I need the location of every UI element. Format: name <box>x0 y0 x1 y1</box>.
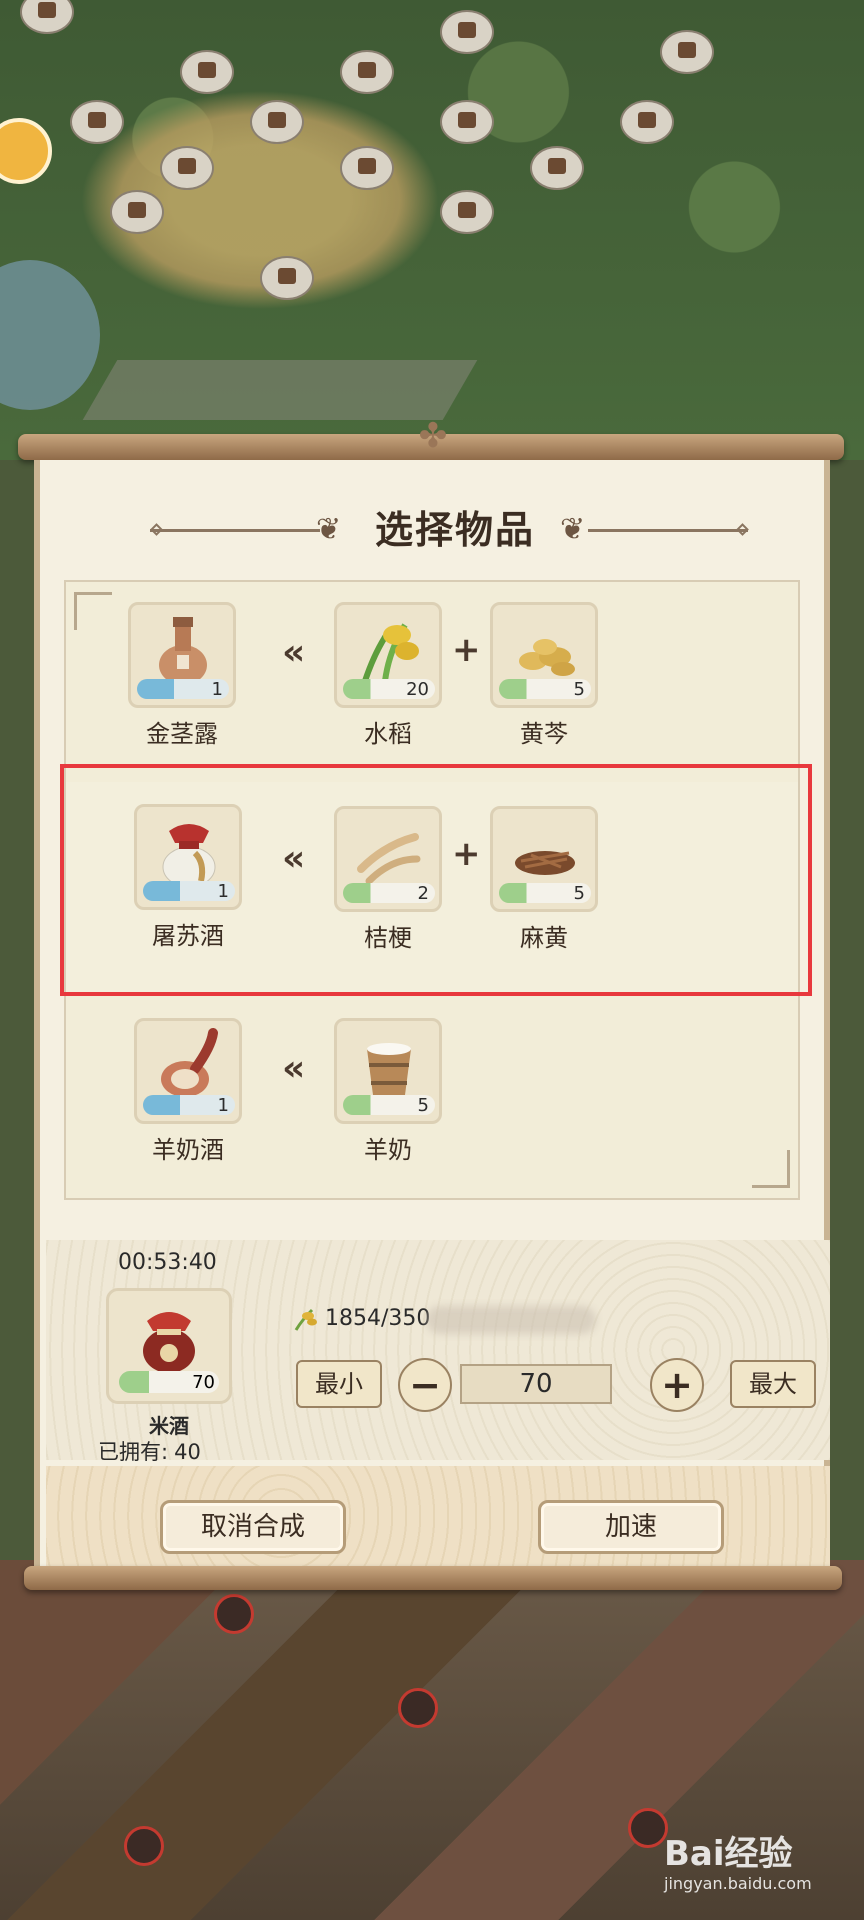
scroll-knot-icon: ✤ <box>418 416 448 456</box>
item-name: 羊奶 <box>364 1136 412 1164</box>
min-button[interactable]: 最小 <box>296 1360 382 1408</box>
quantity-input[interactable]: 70 <box>460 1364 612 1404</box>
item-name: 羊奶酒 <box>152 1136 224 1164</box>
stump-marker[interactable] <box>660 30 714 74</box>
rice-grain-icon <box>294 1308 317 1331</box>
dialog-footer: 取消合成 加速 <box>46 1466 830 1566</box>
owned-label: 已拥有: <box>98 1440 169 1464</box>
wine-need-icon[interactable] <box>398 1688 438 1728</box>
swirl-ornament-icon: ❦ <box>316 512 342 547</box>
cancel-craft-button[interactable]: 取消合成 <box>160 1500 346 1554</box>
item-card[interactable]: 1 <box>134 1018 242 1124</box>
recipe-row[interactable]: 1 羊奶酒 « 5 羊奶 <box>66 1018 798 1188</box>
item-name: 水稻 <box>364 720 412 748</box>
title-divider-right <box>588 529 748 532</box>
gourd-bottle-icon <box>159 617 207 685</box>
decrease-button[interactable]: − <box>398 1358 452 1412</box>
crafting-item-card[interactable]: 70 <box>106 1288 232 1404</box>
stump-marker[interactable] <box>340 50 394 94</box>
stump-marker[interactable] <box>440 10 494 54</box>
horn-flask-icon <box>161 1028 218 1097</box>
item-quantity: 1 <box>211 679 223 700</box>
milk-bucket-icon <box>367 1043 411 1095</box>
selection-highlight-frame <box>60 764 812 996</box>
arrow-left-icon: « <box>282 632 306 673</box>
stump-marker[interactable] <box>260 256 314 300</box>
stump-marker[interactable] <box>110 190 164 234</box>
stump-marker[interactable] <box>440 190 494 234</box>
select-item-dialog: ❦ 选择物品 ❦ 1 金茎露 « 20 水稻 + 5 黄芩 1 屠苏酒 « 2 … <box>34 460 830 1566</box>
item-name: 黄芩 <box>520 720 568 748</box>
item-card[interactable]: 5 <box>334 1018 442 1124</box>
stump-marker[interactable] <box>250 100 304 144</box>
resource-cost: 1854/350 <box>292 1306 430 1332</box>
rice-wine-jar-icon <box>143 1312 195 1373</box>
stump-marker[interactable] <box>530 146 584 190</box>
craft-timer: 00:53:40 <box>118 1250 217 1275</box>
watermark-logo: Bai经验 <box>664 1834 793 1874</box>
scroll-bottom-rod <box>24 1566 842 1590</box>
max-button[interactable]: 最大 <box>730 1360 816 1408</box>
stump-marker[interactable] <box>70 100 124 144</box>
wine-need-icon[interactable] <box>628 1808 668 1848</box>
stump-marker[interactable] <box>180 50 234 94</box>
item-card[interactable]: 20 <box>334 602 442 708</box>
item-name: 金茎露 <box>146 720 218 748</box>
item-card[interactable]: 1 <box>128 602 236 708</box>
blurred-region <box>426 1306 596 1334</box>
speed-up-button[interactable]: 加速 <box>538 1500 724 1554</box>
wine-need-icon[interactable] <box>124 1826 164 1866</box>
ingredient-item[interactable]: 5 羊奶 <box>334 1018 450 1165</box>
ingredient-item[interactable]: 20 水稻 <box>334 602 450 749</box>
owned-value: 40 <box>174 1440 201 1464</box>
swirl-ornament-icon: ❦ <box>560 512 586 547</box>
dialog-title: 选择物品 <box>374 508 535 552</box>
resource-cost-text: 1854/350 <box>325 1306 431 1331</box>
recipe-row[interactable]: 1 金茎露 « 20 水稻 + 5 黄芩 <box>66 602 798 772</box>
item-quantity: 20 <box>406 679 429 700</box>
item-quantity: 5 <box>417 1095 429 1116</box>
root-pile-icon <box>519 639 575 676</box>
result-item[interactable]: 1 金茎露 <box>128 602 244 749</box>
craft-item-name: 米酒 <box>149 1414 189 1438</box>
ornament-dot <box>736 523 749 536</box>
craft-item-quantity: 70 <box>192 1372 215 1393</box>
stump-marker[interactable] <box>620 100 674 144</box>
result-item[interactable]: 1 羊奶酒 <box>134 1018 250 1165</box>
ingredient-item[interactable]: 5 黄芩 <box>490 602 606 749</box>
increase-button[interactable]: + <box>650 1358 704 1412</box>
item-card[interactable]: 5 <box>490 602 598 708</box>
owned-count: 已拥有: 40 <box>98 1436 201 1466</box>
stump-marker[interactable] <box>440 100 494 144</box>
craft-panel: 00:53:40 70 米酒 已拥有: 40 1854/350 最小 − 70 … <box>46 1240 830 1464</box>
stone-path <box>82 360 478 420</box>
plus-icon: + <box>452 630 481 670</box>
watermark-url: jingyan.baidu.com <box>664 1874 812 1893</box>
item-quantity: 5 <box>573 679 585 700</box>
arrow-left-icon: « <box>282 1048 306 1089</box>
title-divider-left <box>150 529 320 532</box>
rice-plant-icon <box>362 623 419 682</box>
stump-marker[interactable] <box>340 146 394 190</box>
wine-need-icon[interactable] <box>214 1594 254 1634</box>
item-quantity: 1 <box>217 1095 229 1116</box>
dialog-header: ❦ 选择物品 ❦ <box>40 500 824 560</box>
stump-marker[interactable] <box>160 146 214 190</box>
